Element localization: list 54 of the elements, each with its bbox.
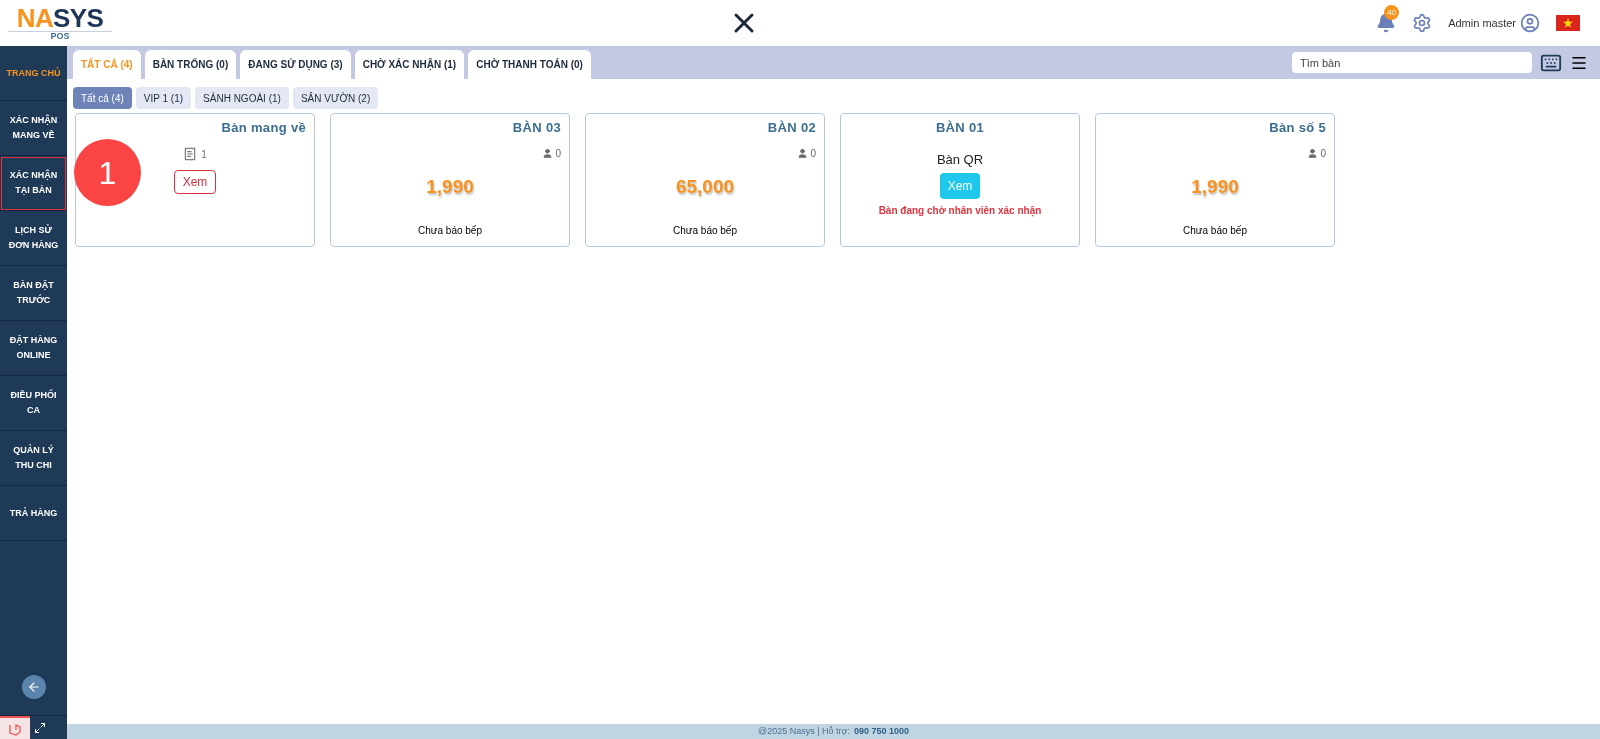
expand-icon[interactable] (34, 721, 46, 734)
kitchen-status: Chưa báo bếp (1183, 224, 1247, 238)
area-tab[interactable]: SẢNH NGOÀI (1) (195, 87, 289, 109)
table-name: BÀN 03 (512, 119, 561, 137)
table-name: Bàn mang về (221, 119, 306, 137)
sidebar-item[interactable]: BÀN ĐẶT TRƯỚC (0, 266, 67, 321)
table-card[interactable]: BÀN 02 0 65,000 Chưa báo bếp (585, 113, 825, 247)
guest-count: 0 (810, 146, 816, 161)
person-icon (1307, 147, 1319, 159)
table-name: Bàn số 5 (1269, 119, 1326, 137)
logo[interactable]: NASYS POS (8, 5, 112, 41)
user-name[interactable]: Admin master (1448, 14, 1516, 32)
sidebar-item[interactable]: LỊCH SỬ ĐƠN HÀNG (0, 211, 67, 266)
sidebar-item[interactable]: QUẢN LÝ THU CHI (0, 431, 67, 486)
search-field[interactable]: Tìm bàn (1292, 52, 1532, 73)
area-tab[interactable]: VIP 1 (1) (135, 87, 192, 109)
status-tab[interactable]: CHỜ THANH TOÁN (0) (468, 50, 591, 79)
table-type: Bàn QR (936, 150, 984, 169)
person-icon (542, 147, 554, 159)
status-tab[interactable]: BÀN TRỐNG (0) (144, 50, 237, 79)
app-icon[interactable] (0, 715, 30, 739)
avatar-icon[interactable] (1520, 13, 1540, 33)
flag-icon[interactable] (1556, 15, 1580, 31)
notification-badge: 40 (1384, 5, 1400, 20)
guest-count: 0 (555, 146, 561, 161)
status-tab[interactable]: CHỜ XÁC NHẬN (1) (354, 50, 465, 79)
sidebar-item[interactable]: XÁC NHẬN MANG VỀ (0, 101, 67, 156)
kitchen-status: Chưa báo bếp (418, 224, 482, 238)
support-phone: 090 750 1000 (853, 724, 909, 738)
settings-icon[interactable] (1412, 13, 1433, 33)
sidebar-item[interactable]: ĐẶT HÀNG ONLINE (0, 321, 67, 376)
order-amount: 65,000 (675, 174, 735, 199)
order-amount: 1,990 (426, 174, 474, 199)
person-icon (797, 147, 809, 159)
table-card[interactable]: BÀN 03 0 1,990 Chưa báo bếp (330, 113, 570, 247)
area-tab[interactable]: Tất cả (4) (73, 87, 132, 109)
collapse-button[interactable] (21, 675, 46, 699)
order-count: 1 (200, 146, 208, 162)
sidebar-item[interactable]: XÁC NHẬN TẠI BÀN (0, 156, 67, 211)
guest-count: 0 (1320, 146, 1326, 161)
sidebar-item[interactable]: TRẢ HÀNG (0, 486, 67, 541)
area-tab[interactable]: SÂN VƯỜN (2) (292, 87, 379, 109)
table-card[interactable]: Bàn số 5 0 1,990 Chưa báo bếp (1095, 113, 1335, 247)
table-name: BÀN 01 (935, 119, 985, 137)
copyright-text: @2025 Nasys | Hỗ trợ: (758, 724, 850, 738)
receipt-icon (182, 146, 197, 161)
status-tab[interactable]: ĐANG SỬ DỤNG (3) (240, 50, 351, 79)
table-name: BÀN 02 (767, 119, 816, 137)
waiting-message: Bàn đang chờ nhân viên xác nhận (878, 204, 1042, 218)
order-amount: 1,990 (1191, 174, 1239, 199)
view-button[interactable]: Xem (173, 170, 217, 194)
kitchen-status: Chưa báo bếp (673, 224, 737, 238)
table-card[interactable]: BÀN 01 Bàn QR Xem Bàn đang chờ nhân viên xác nhận (840, 113, 1080, 247)
sidebar-item[interactable]: ĐIỀU PHỐI CA (0, 376, 67, 431)
